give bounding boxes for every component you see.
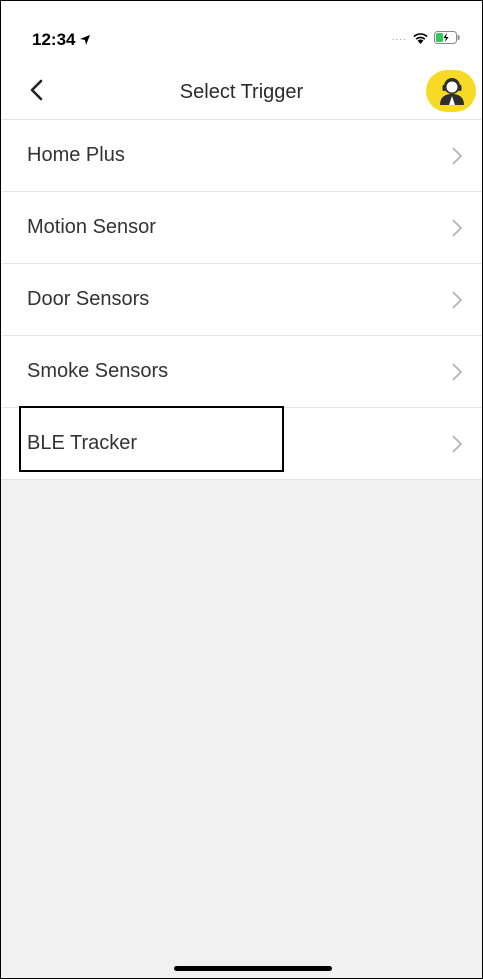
chevron-right-icon: [452, 219, 463, 237]
chevron-right-icon: [452, 147, 463, 165]
phone-screen: 12:34 .... Select Trigger Home Plus Moti…: [0, 0, 483, 979]
list-item-door-sensors[interactable]: Door Sensors: [1, 264, 482, 336]
chevron-right-icon: [452, 435, 463, 453]
cellular-signal-icon: ....: [391, 32, 407, 43]
list-item-motion-sensor[interactable]: Motion Sensor: [1, 192, 482, 264]
list-item-label: Home Plus: [27, 144, 125, 166]
list-item-label: Door Sensors: [27, 288, 150, 310]
trigger-list: Home Plus Motion Sensor Door Sensors Smo…: [1, 120, 482, 480]
status-time: 12:34: [32, 30, 76, 49]
list-item-ble-tracker[interactable]: BLE Tracker: [1, 408, 482, 480]
battery-charging-icon: [434, 31, 460, 44]
wifi-icon: [413, 33, 428, 44]
page-title: Select Trigger: [179, 81, 304, 103]
status-icons: ....: [392, 31, 460, 44]
home-indicator[interactable]: [174, 966, 332, 971]
status-time-group: 12:34: [32, 30, 91, 50]
list-item-label: Motion Sensor: [27, 216, 156, 238]
list-item-smoke-sensors[interactable]: Smoke Sensors: [1, 336, 482, 408]
location-arrow-icon: [80, 35, 91, 45]
chevron-right-icon: [452, 291, 463, 309]
chevron-right-icon: [452, 363, 463, 381]
navigation-bar: Select Trigger: [1, 61, 482, 120]
status-bar: 12:34 ....: [1, 1, 482, 61]
list-item-label: Smoke Sensors: [27, 360, 169, 382]
support-agent-icon: [440, 78, 464, 105]
support-button[interactable]: [426, 70, 476, 112]
list-item-home-plus[interactable]: Home Plus: [1, 120, 482, 192]
list-item-label: BLE Tracker: [27, 432, 138, 454]
